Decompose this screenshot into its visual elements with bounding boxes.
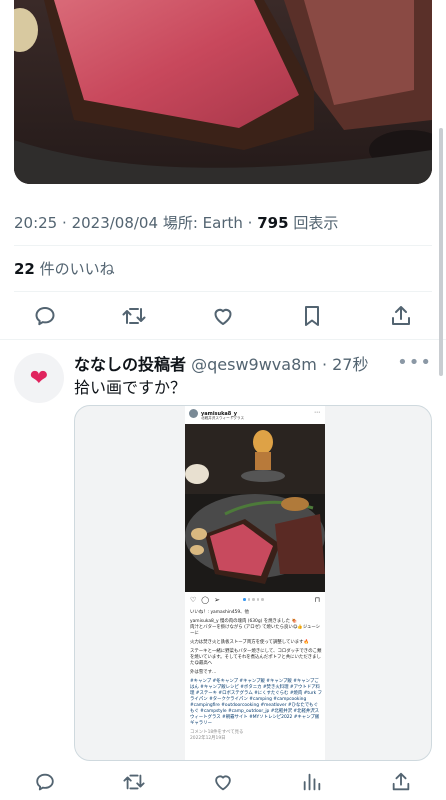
- scrollbar[interactable]: [439, 128, 443, 376]
- likes-count: 22: [14, 260, 35, 278]
- bookmark-icon[interactable]: [292, 296, 332, 336]
- avatar[interactable]: ❤: [14, 353, 64, 403]
- tweet-time: 20:25: [14, 214, 58, 232]
- reply-tweet[interactable]: ❤ ななしの投稿者 @qesw9wva8m · 27秒 ••• 拾い画ですか？ …: [0, 340, 446, 800]
- reply-action-bar: [0, 762, 446, 800]
- views-label: 回表示: [293, 214, 339, 232]
- likes-summary[interactable]: 22 件のいいね: [14, 258, 115, 279]
- ig-steak-photo: [185, 424, 325, 592]
- reply-author-name[interactable]: ななしの投稿者: [74, 355, 186, 374]
- views-icon[interactable]: [292, 762, 332, 800]
- ig-caption-line: yamisuka8_y 慢の肉の塊肉 (630g) を焼きました 🍖 肉汁とバタ…: [190, 619, 321, 636]
- ig-likes-text: いいね！: yamashin459、他: [190, 610, 249, 615]
- reply-age[interactable]: 27秒: [332, 355, 368, 374]
- tweet-date: 2023/08/04: [71, 214, 159, 232]
- ig-hashtags: #キャンプ #冬キャンプ #キャンプ飯 #キャンプ飯 #キャンプごはん #キャン…: [190, 679, 322, 726]
- ig-like-icon: ♡: [190, 596, 197, 604]
- reply-icon[interactable]: [25, 762, 65, 800]
- meta-dot: ·: [62, 214, 72, 232]
- tweet-location: Earth: [202, 214, 243, 232]
- share-icon[interactable]: [381, 296, 421, 336]
- ig-actions: ♡ ◯ ➢: [190, 596, 220, 604]
- ig-send-icon: ➢: [214, 596, 220, 604]
- steak-photo-graphic: [14, 0, 432, 184]
- ig-comment-icon: ◯: [201, 596, 210, 604]
- ig-save-icon: ⊓: [314, 596, 320, 604]
- ig-more-icon: ⋯: [314, 409, 320, 416]
- ig-pager: [243, 598, 264, 601]
- embedded-image[interactable]: yamisuka8_y 北軽井沢スウィートグラス ⋯ ♡ ◯ ➢ ⊓ いいね！:…: [74, 405, 432, 761]
- ig-date: 2022年12月19日: [190, 736, 226, 741]
- instagram-screenshot: yamisuka8_y 北軽井沢スウィートグラス ⋯ ♡ ◯ ➢ ⊓ いいね！:…: [185, 406, 325, 760]
- likes-label: 件のいいね: [39, 260, 115, 278]
- reply-text: 拾い画ですか？: [74, 378, 187, 397]
- tweet-action-bar: [0, 296, 446, 336]
- tweet-photo[interactable]: [14, 0, 432, 184]
- ig-caption-line: ステーキと一緒に野菜もバター焼きにして、コロダッチできのこ類を焼いています。そし…: [190, 649, 322, 666]
- divider: [14, 245, 432, 246]
- meta-dot: ·: [247, 214, 258, 232]
- tweet-meta: 20:25 · 2023/08/04 場所: Earth · 795 回表示: [14, 212, 338, 233]
- reply-author-handle[interactable]: @qesw9wva8m: [191, 355, 317, 374]
- share-icon[interactable]: [381, 762, 421, 800]
- meta-dot: ·: [321, 355, 328, 374]
- views-count: 795: [257, 214, 289, 232]
- reply-header: ななしの投稿者 @qesw9wva8m · 27秒: [74, 351, 369, 375]
- retweet-icon[interactable]: [114, 762, 154, 800]
- ig-caption-line: 火力は焚き火と鉄板ストーブ両方を使って調整しています🔥: [190, 640, 310, 645]
- retweet-icon[interactable]: [114, 296, 154, 336]
- more-icon[interactable]: •••: [397, 352, 432, 373]
- like-icon[interactable]: [203, 762, 243, 800]
- divider: [14, 291, 432, 292]
- ig-location: 北軽井沢スウィートグラス: [201, 416, 245, 420]
- ig-caption-line: 外は雪です…: [190, 670, 217, 675]
- reply-icon[interactable]: [25, 296, 65, 336]
- ig-caption: いいね！: yamashin459、他 yamisuka8_y 慢の肉の塊肉 (…: [190, 610, 322, 745]
- ig-avatar: [189, 409, 198, 418]
- location-label: 場所:: [162, 214, 198, 232]
- like-icon[interactable]: [203, 296, 243, 336]
- heart-avatar-icon: ❤: [29, 365, 49, 391]
